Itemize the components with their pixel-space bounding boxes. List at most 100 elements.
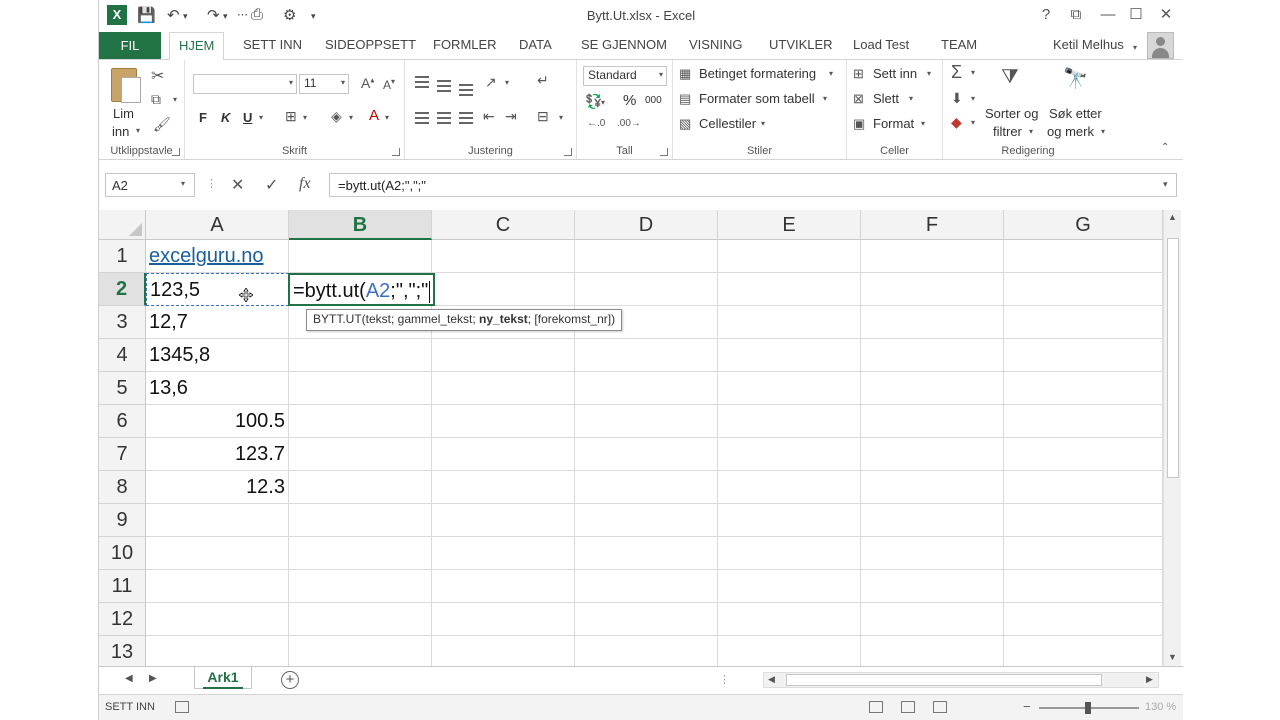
- cell-g9[interactable]: [1004, 504, 1163, 537]
- cell-g13[interactable]: [1004, 636, 1163, 666]
- cell-e8[interactable]: [718, 471, 861, 504]
- conditional-formatting-dropdown-icon[interactable]: ▾: [829, 69, 833, 78]
- autosum-icon[interactable]: Σ: [951, 62, 962, 83]
- name-box-dropdown-icon[interactable]: ▾: [181, 179, 185, 188]
- borders-icon[interactable]: ⊞: [285, 108, 297, 125]
- column-header-f[interactable]: F: [861, 210, 1004, 240]
- next-sheet-icon[interactable]: ▶: [149, 673, 157, 684]
- cell-c12[interactable]: [432, 603, 575, 636]
- merge-dropdown-icon[interactable]: ▾: [559, 113, 563, 122]
- cell-a6[interactable]: 100.5: [146, 405, 289, 438]
- tab-se-gjennom[interactable]: SE GJENNOM: [581, 37, 667, 52]
- cell-d1[interactable]: [575, 240, 718, 273]
- insert-function-icon[interactable]: fx: [299, 175, 311, 193]
- cell-f5[interactable]: [861, 372, 1004, 405]
- page-layout-view-icon[interactable]: [901, 701, 915, 713]
- cell-f2[interactable]: [861, 273, 1004, 306]
- number-format-box[interactable]: Standard ▾: [583, 66, 667, 86]
- currency-dropdown-icon[interactable]: ▾: [601, 98, 605, 107]
- find-select-icon[interactable]: 🔭: [1063, 66, 1088, 91]
- column-header-c[interactable]: C: [432, 210, 575, 240]
- format-as-table-button[interactable]: Formater som tabell: [699, 91, 815, 106]
- row-header-8[interactable]: 8: [99, 471, 146, 504]
- cell-d13[interactable]: [575, 636, 718, 666]
- sort-filter-icon[interactable]: ⧩: [1001, 66, 1019, 89]
- cell-g2[interactable]: [1004, 273, 1163, 306]
- bold-button[interactable]: F: [199, 110, 207, 125]
- column-header-b[interactable]: B: [289, 210, 432, 240]
- cell-d7[interactable]: [575, 438, 718, 471]
- cell-e13[interactable]: [718, 636, 861, 666]
- page-break-view-icon[interactable]: [933, 701, 947, 713]
- cell-f9[interactable]: [861, 504, 1004, 537]
- row-header-1[interactable]: 1: [99, 240, 146, 273]
- align-center-icon[interactable]: [437, 112, 451, 124]
- cell-a13[interactable]: [146, 636, 289, 666]
- format-cells-dropdown-icon[interactable]: ▾: [921, 119, 925, 128]
- cell-c4[interactable]: [432, 339, 575, 372]
- decrease-decimal-icon[interactable]: .00→: [617, 118, 641, 129]
- grow-font-icon[interactable]: A▴: [361, 75, 374, 91]
- number-launcher-icon[interactable]: [660, 148, 668, 156]
- sort-filter-label-2[interactable]: filtrer: [993, 124, 1022, 139]
- expand-formula-bar-icon[interactable]: ▾: [1163, 179, 1168, 190]
- font-name-dropdown-icon[interactable]: ▾: [289, 78, 293, 87]
- fill-color-icon[interactable]: ◈: [331, 108, 342, 125]
- align-middle-icon[interactable]: [437, 80, 451, 92]
- cell-b5[interactable]: [289, 372, 432, 405]
- prev-sheet-icon[interactable]: ◀: [125, 673, 133, 684]
- insert-cells-button[interactable]: Sett inn: [873, 66, 917, 81]
- wrap-text-icon[interactable]: ↵: [537, 72, 549, 89]
- format-cells-button[interactable]: Format: [873, 116, 914, 131]
- worksheet-grid[interactable]: A B C D E F G 1 2 3 4 5 6 7 8 9 10 11 12…: [99, 210, 1183, 666]
- cut-icon[interactable]: ✂: [151, 66, 164, 86]
- currency-icon[interactable]: 💱: [585, 93, 602, 110]
- sort-filter-label-1[interactable]: Sorter og: [985, 106, 1038, 121]
- scroll-right-icon[interactable]: ▶: [1146, 674, 1153, 685]
- cell-b6[interactable]: [289, 405, 432, 438]
- format-as-table-dropdown-icon[interactable]: ▾: [823, 94, 827, 103]
- cell-e11[interactable]: [718, 570, 861, 603]
- cell-e1[interactable]: [718, 240, 861, 273]
- cell-c8[interactable]: [432, 471, 575, 504]
- help-icon[interactable]: ?: [1031, 4, 1061, 26]
- ribbon-display-icon[interactable]: ⧉: [1061, 4, 1091, 26]
- column-header-a[interactable]: A: [146, 210, 289, 240]
- merge-center-icon[interactable]: ⊟: [537, 108, 549, 125]
- cell-a12[interactable]: [146, 603, 289, 636]
- cell-styles-button[interactable]: Cellestiler: [699, 116, 756, 131]
- fill-color-dropdown-icon[interactable]: ▾: [349, 113, 353, 122]
- cell-d4[interactable]: [575, 339, 718, 372]
- insert-cells-dropdown-icon[interactable]: ▾: [927, 69, 931, 78]
- cell-c9[interactable]: [432, 504, 575, 537]
- close-icon[interactable]: ✕: [1151, 4, 1181, 26]
- cell-g7[interactable]: [1004, 438, 1163, 471]
- cell-d8[interactable]: [575, 471, 718, 504]
- cell-b12[interactable]: [289, 603, 432, 636]
- cell-d11[interactable]: [575, 570, 718, 603]
- tab-formler[interactable]: FORMLER: [433, 37, 497, 52]
- horizontal-scroll-thumb[interactable]: [786, 674, 1102, 686]
- delete-cells-icon[interactable]: ⊠: [853, 91, 864, 107]
- cell-f8[interactable]: [861, 471, 1004, 504]
- cell-a8[interactable]: 12.3: [146, 471, 289, 504]
- paste-icon[interactable]: [111, 68, 141, 103]
- find-select-label-2[interactable]: og merk: [1047, 124, 1094, 139]
- paste-label-1[interactable]: Lim: [113, 106, 134, 121]
- borders-dropdown-icon[interactable]: ▾: [303, 113, 307, 122]
- minimize-icon[interactable]: —: [1093, 4, 1123, 26]
- tab-utvikler[interactable]: UTVIKLER: [769, 37, 833, 52]
- percent-button[interactable]: %: [623, 92, 636, 109]
- row-header-11[interactable]: 11: [99, 570, 146, 603]
- cell-a11[interactable]: [146, 570, 289, 603]
- clear-icon[interactable]: ◆: [951, 114, 962, 131]
- cell-d10[interactable]: [575, 537, 718, 570]
- zoom-out-icon[interactable]: −: [1023, 699, 1031, 714]
- enter-icon[interactable]: ✓: [265, 175, 278, 195]
- cell-c2[interactable]: [432, 273, 575, 306]
- tab-visning[interactable]: VISNING: [689, 37, 742, 52]
- font-size-dropdown-icon[interactable]: ▾: [341, 78, 345, 87]
- vertical-scroll-thumb[interactable]: [1167, 238, 1179, 478]
- paste-label-2[interactable]: inn: [112, 124, 129, 139]
- cell-d6[interactable]: [575, 405, 718, 438]
